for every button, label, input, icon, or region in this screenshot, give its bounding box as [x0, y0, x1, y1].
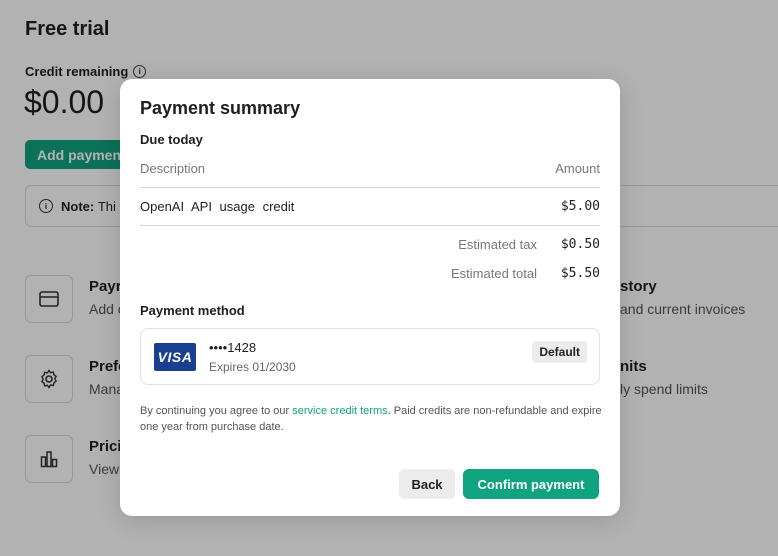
card-expiry: Expires 01/2030 [209, 360, 296, 374]
terms-text: By continuing you agree to our service c… [140, 403, 605, 435]
payment-method-card[interactable]: VISA ••••1428 Expires 01/2030 Default [140, 328, 600, 385]
confirm-payment-button[interactable]: Confirm payment [463, 469, 599, 499]
estimated-tax-label: Estimated tax [458, 237, 537, 252]
estimated-tax-value: $0.50 [560, 237, 600, 252]
back-button[interactable]: Back [399, 469, 455, 499]
visa-logo-icon: VISA [154, 343, 196, 371]
divider [140, 187, 600, 188]
divider [140, 225, 600, 226]
amount-column-header: Amount [555, 161, 600, 176]
estimated-total-value: $5.50 [560, 266, 600, 281]
line-item-amount: $5.00 [560, 199, 600, 214]
payment-summary-dialog: Payment summary Due today Description Am… [120, 79, 620, 516]
dialog-title: Payment summary [140, 98, 301, 118]
payment-method-heading: Payment method [140, 303, 245, 318]
estimated-total-label: Estimated total [451, 266, 537, 281]
service-credit-terms-link[interactable]: service credit terms [292, 405, 387, 417]
description-column-header: Description [140, 161, 206, 176]
line-item-description: OpenAI API usage credit [140, 199, 295, 214]
due-today-heading: Due today [140, 132, 203, 147]
card-number: ••••1428 [209, 340, 257, 355]
default-badge: Default [532, 341, 587, 363]
terms-prefix: By continuing you agree to our [140, 405, 293, 417]
